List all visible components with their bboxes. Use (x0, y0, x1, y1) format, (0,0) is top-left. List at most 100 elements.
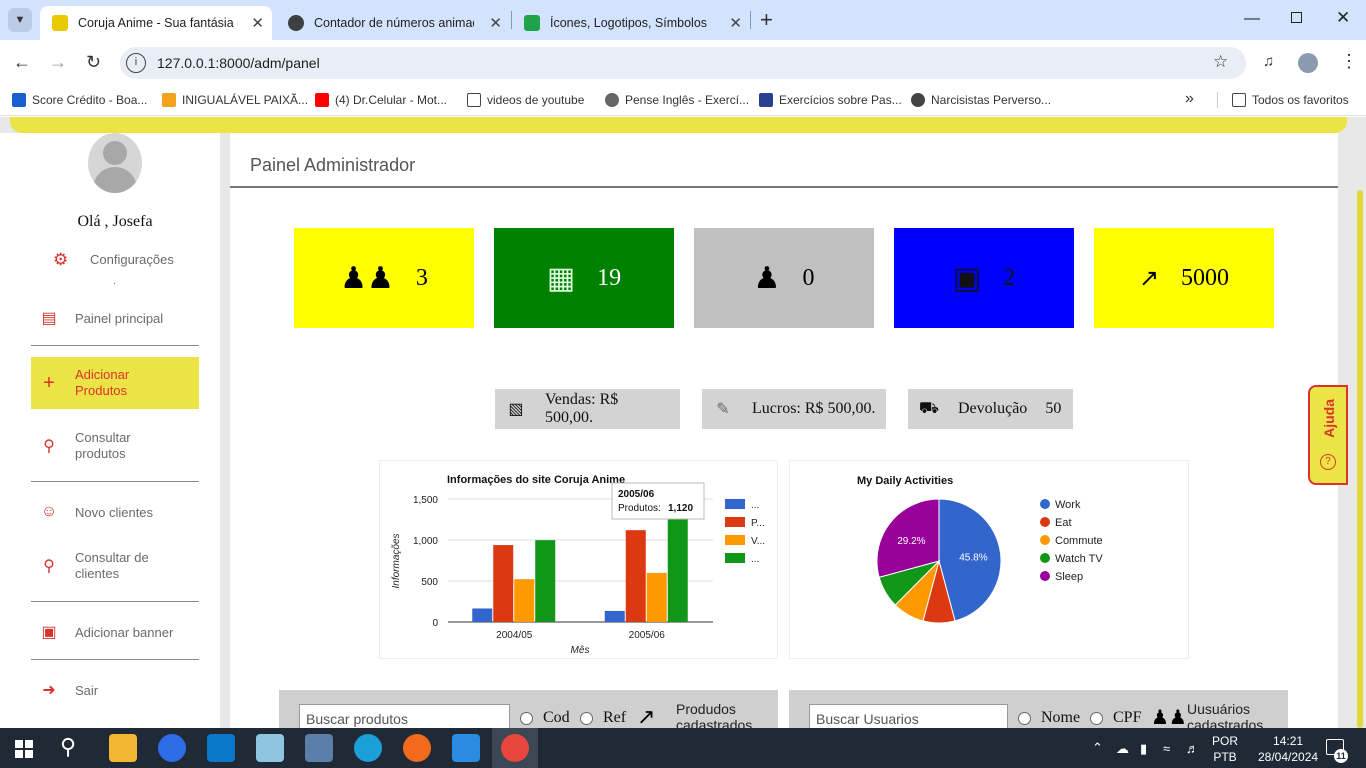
cloud-icon[interactable]: ☁ (1116, 741, 1129, 757)
legend-label: Commute (1055, 535, 1103, 547)
bookmark-item[interactable]: Narcisistas Perverso... (911, 91, 1051, 109)
new-tab-button[interactable]: + (760, 8, 773, 32)
radio-nome[interactable] (1018, 712, 1031, 725)
stat-card-products[interactable]: ▦ 19 (494, 228, 674, 328)
bookmark-icon (911, 93, 925, 107)
close-tab-icon[interactable]: ✕ (729, 14, 742, 32)
close-tab-icon[interactable]: ✕ (251, 14, 264, 32)
pie-chart: My Daily Activities 45.8% 29.2% Work Eat Comm… (857, 475, 1103, 624)
windows-start-icon[interactable] (15, 740, 33, 758)
stat-card-growth[interactable]: ↗ 5000 (1094, 228, 1274, 328)
restore-button[interactable] (1291, 12, 1302, 23)
bookmark-item[interactable]: Pense Inglês - Exercí... (605, 91, 749, 109)
cart-icon: ⛟ (918, 400, 940, 417)
close-tab-icon[interactable]: ✕ (489, 14, 502, 32)
legend-label: Watch TV (1055, 553, 1103, 565)
bookmark-icon (162, 93, 176, 107)
sidebar-item-label: Sair (75, 682, 99, 698)
bookmark-item[interactable]: videos de youtube (467, 91, 584, 109)
config-link[interactable]: Configurações (90, 252, 174, 267)
box-icon: ▦ (546, 261, 576, 295)
volume-icon[interactable]: ♬ (1186, 741, 1199, 756)
bookmark-star-icon[interactable]: ☆ (1213, 52, 1228, 72)
growth-chart-icon: ↗ (1138, 265, 1160, 292)
sidebar-item-painel[interactable]: ▤ Painel principal (31, 306, 199, 330)
search-icon[interactable]: ⚲ (60, 734, 76, 760)
tab-title: Coruja Anime - Sua fantásia ide (78, 16, 238, 30)
minimize-button[interactable]: — (1244, 10, 1260, 28)
x-tick-label: 2004/05 (496, 630, 533, 641)
sidebar-item-sair[interactable]: ➜ Sair (31, 678, 199, 702)
sidebar-item-consultar-clientes[interactable]: ⚲ Consultar de clientes (31, 549, 199, 583)
menu-icon[interactable]: ⋮ (1340, 51, 1358, 72)
wifi-icon[interactable]: ≈ (1163, 741, 1170, 756)
y-axis-label: Informações (391, 533, 402, 588)
firefox-icon[interactable] (403, 734, 431, 762)
scrollbar[interactable] (1357, 190, 1363, 728)
battery-icon[interactable]: ▮ (1140, 741, 1147, 757)
calculator-icon[interactable] (305, 734, 333, 762)
coins-icon: ▧ (508, 401, 524, 418)
radio-cpf[interactable] (1090, 712, 1103, 725)
more-bookmarks-icon[interactable]: » (1185, 90, 1194, 108)
bookmark-label: Exercícios sobre Pas... (779, 93, 902, 107)
sidebar-item-consultar-produtos[interactable]: ⚲ Consultar produtos (31, 429, 199, 463)
forward-icon[interactable]: → (49, 52, 67, 73)
gear-icon[interactable]: ⚙ (53, 250, 68, 270)
tab-contador[interactable]: Contador de números animado ✕ (276, 6, 510, 40)
media-icon[interactable]: ♫ (1263, 53, 1274, 70)
bookmark-item[interactable]: INIGUALÁVEL PAIXÃ... (162, 91, 308, 109)
tab-coruja-anime[interactable]: Coruja Anime - Sua fantásia ide ✕ (40, 6, 272, 40)
sidebar-item-adicionar-produtos[interactable]: + Adicionar Produtos (31, 357, 199, 409)
radio-cod[interactable] (520, 712, 533, 725)
app-icon[interactable] (207, 734, 235, 762)
radio-ref[interactable] (580, 712, 593, 725)
x-axis-label: Mês (571, 645, 590, 656)
help-tab[interactable]: Ajuda ? (1308, 385, 1348, 485)
chrome-icon[interactable] (501, 734, 529, 762)
legend-label: ... (751, 500, 759, 511)
sidebar-item-adicionar-banner[interactable]: ▣ Adicionar banner (31, 620, 199, 644)
legend-label: Eat (1055, 517, 1072, 529)
plus-icon: + (43, 371, 55, 394)
legend-label: V... (751, 536, 765, 547)
url-text[interactable]: 127.0.0.1:8000/adm/panel (157, 55, 320, 71)
app-icon[interactable] (256, 734, 284, 762)
tray-chevron-icon[interactable]: ⌃ (1092, 740, 1103, 756)
bookmark-item[interactable]: Exercícios sobre Pas... (759, 91, 902, 109)
stat-card-banners[interactable]: ▣ 2 (894, 228, 1074, 328)
site-info-icon[interactable]: i (126, 53, 146, 73)
stat-card-users[interactable]: ♟♟ 3 (294, 228, 474, 328)
profile-avatar[interactable] (1298, 53, 1318, 73)
back-icon[interactable]: ← (13, 52, 31, 73)
table-icon: ▤ (41, 310, 57, 327)
vscode-icon[interactable] (452, 734, 480, 762)
reload-icon[interactable]: ↻ (86, 52, 101, 73)
app-icon[interactable] (158, 734, 186, 762)
sidebar-item-label: Consultar de clientes (75, 550, 149, 581)
tab-icones[interactable]: Ícones, Logotipos, Símbolos de ✕ (512, 6, 750, 40)
stat-card-alerts[interactable]: ♟ 0 (694, 228, 874, 328)
legend-label: P... (751, 518, 765, 529)
bar (625, 530, 646, 622)
bar (514, 579, 535, 622)
clock[interactable]: 14:21 28/04/2024 (1258, 733, 1318, 765)
tab-search-button[interactable]: ▼ (8, 8, 32, 32)
all-bookmarks-folder[interactable]: Todos os favoritos (1232, 91, 1349, 109)
legend-swatch (725, 499, 745, 509)
summary-value: 50 (1045, 400, 1062, 417)
y-tick-label: 1,000 (413, 536, 438, 547)
divider (1217, 92, 1218, 108)
bookmark-item[interactable]: Score Crédito - Boa... (12, 91, 147, 109)
language-indicator[interactable]: POR PTB (1212, 733, 1238, 765)
image-icon: ▣ (41, 624, 57, 641)
bookmark-item[interactable]: (4) Dr.Celular - Mot... (315, 91, 447, 109)
sidebar-item-novo-clientes[interactable]: ☺ Novo clientes (31, 500, 199, 524)
close-window-button[interactable]: ✕ (1336, 8, 1350, 28)
bar (667, 518, 688, 622)
stat-value: 2 (1003, 264, 1016, 291)
file-explorer-icon[interactable] (109, 734, 137, 762)
edge-icon[interactable] (354, 734, 382, 762)
date: 28/04/2024 (1258, 750, 1319, 764)
radio-ref-label: Ref (603, 709, 627, 726)
